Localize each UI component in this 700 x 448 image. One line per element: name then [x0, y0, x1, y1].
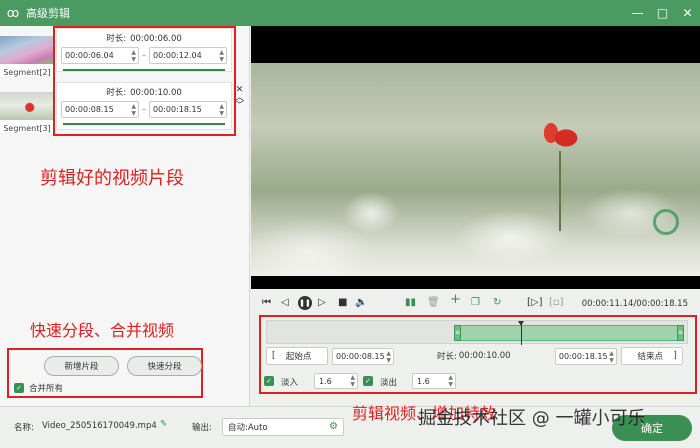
maximize-button[interactable]: □ — [650, 0, 675, 26]
checkbox-checked-icon[interactable]: ✓ — [14, 383, 24, 393]
previous-frame-icon[interactable]: ◁ — [281, 297, 289, 309]
quick-split-button[interactable]: 快速分段 — [127, 356, 202, 376]
set-mark-in-icon[interactable]: [▷] — [527, 297, 543, 309]
set-mark-out-icon[interactable]: [▫] — [549, 297, 564, 309]
reset-icon[interactable]: ↻ — [493, 297, 501, 309]
overlay-circle-icon — [653, 209, 679, 235]
thumbnail-image — [0, 92, 54, 120]
remove-segment-icon[interactable]: ✕ ︿ ﹀ — [235, 86, 244, 111]
window-title: 高级剪辑 — [26, 7, 70, 20]
name-label: 名称: — [14, 423, 34, 433]
delete-icon[interactable]: 🗑 — [427, 297, 440, 309]
watermark: 掘金技术社区 @ 一罐小可乐 — [418, 408, 646, 429]
segment-thumbnail[interactable]: Segment[2] — [0, 36, 54, 77]
pause-icon[interactable]: ❚❚ — [298, 296, 312, 310]
volume-icon[interactable]: 🔈 — [355, 297, 367, 309]
window-controls: — □ ✕ — [625, 0, 700, 26]
go-to-start-icon[interactable]: ⏮ — [262, 297, 271, 309]
add-icon[interactable]: + — [450, 293, 461, 306]
close-button[interactable]: ✕ — [675, 0, 700, 26]
output-select[interactable]: 自动:Auto ⚙ — [222, 418, 344, 436]
stop-icon[interactable]: ■ — [338, 297, 347, 309]
output-label: 输出: — [192, 423, 212, 433]
merge-all-label: 合并所有 — [29, 384, 64, 394]
app-logo-icon: ꝏ — [6, 6, 20, 20]
filename: Video_250516170049.mp4 — [42, 421, 157, 431]
video-preview[interactable] — [251, 26, 700, 289]
timecode: 00:00:11.14/00:00:18.15 — [581, 299, 688, 309]
new-segment-button[interactable]: 新增片段 — [44, 356, 119, 376]
segment-label: Segment[2] — [3, 68, 51, 77]
annotation-box-editing — [259, 315, 697, 394]
segment-panel: Segment[2] 时长: 00:00:06.00 00:00:06.04 ▲ ▼ … — [0, 26, 250, 406]
annotation-box-clips — [53, 26, 236, 136]
segment-thumbnail[interactable]: Segment[3] — [0, 92, 54, 133]
settings-gear-icon[interactable]: ⚙ — [329, 421, 338, 432]
minimize-button[interactable]: — — [625, 0, 650, 26]
title-bar: ꝏ 高级剪辑 — □ ✕ — [0, 0, 700, 26]
next-frame-icon[interactable]: ▷ — [318, 297, 326, 309]
segment-label: Segment[3] — [3, 124, 51, 133]
split-icon[interactable]: ▮▮ — [405, 297, 416, 309]
copy-icon[interactable]: ❐ — [471, 297, 480, 309]
annotation-split-merge: 快速分段、合并视频 — [30, 321, 175, 340]
annotation-clips: 剪辑好的视频片段 — [40, 168, 184, 189]
thumbnail-image — [0, 36, 54, 64]
edit-name-icon[interactable]: ✎ — [160, 419, 167, 429]
merge-all-option[interactable]: ✓ 合并所有 — [14, 382, 63, 394]
video-frame — [251, 63, 700, 276]
